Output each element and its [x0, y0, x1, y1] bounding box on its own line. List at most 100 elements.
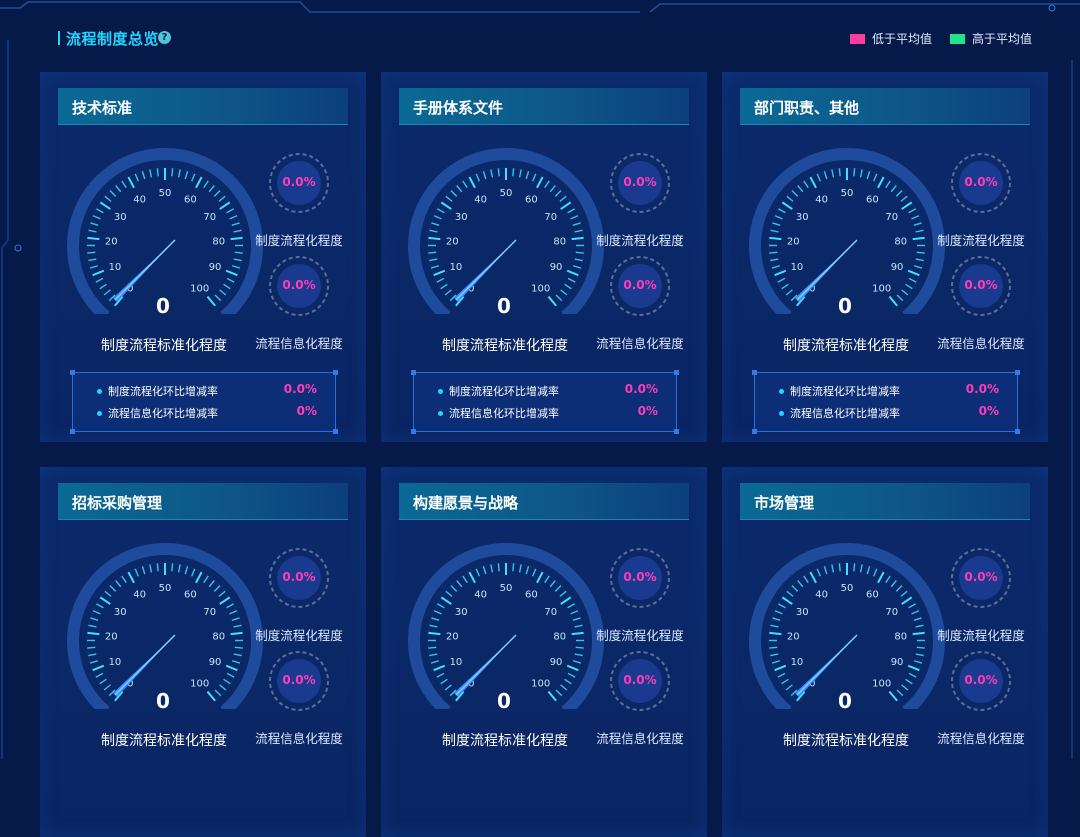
- gauge-tick: [96, 604, 103, 608]
- gauge-tick: [451, 586, 457, 592]
- stat-box-corner: [674, 370, 679, 375]
- gauge-tick: [555, 586, 561, 592]
- gauge-tick: [207, 692, 215, 701]
- card-header: 手册体系文件: [399, 88, 689, 125]
- gauge-tick: [526, 566, 528, 574]
- stat-row: 制度流程化环比增减率: [779, 383, 900, 399]
- gauge-tick: [230, 611, 237, 614]
- gauge-tick: [537, 572, 543, 583]
- ring-label: 流程信息化程度: [249, 728, 349, 747]
- gauge-tick: [520, 169, 522, 177]
- ring-label: 流程信息化程度: [590, 333, 690, 352]
- gauge-tick: [135, 174, 138, 181]
- gauge-tick-label: 100: [190, 678, 209, 689]
- gauge-tick: [428, 252, 436, 253]
- gauge-tick-label: 60: [184, 589, 197, 600]
- ring-value: 0.0%: [268, 673, 330, 687]
- category-card: 部门职责、其他01020304050607080901000制度流程标准化程度0…: [722, 72, 1048, 442]
- gauge-tick-label: 30: [114, 607, 127, 618]
- gauge-tick: [96, 278, 103, 282]
- gauge-tick-label: 60: [866, 589, 879, 600]
- gauge-tick-label: 80: [212, 236, 225, 247]
- help-icon[interactable]: ?: [158, 31, 171, 44]
- gauge-tick: [572, 238, 584, 239]
- gauge-tick: [909, 673, 916, 677]
- gauge-tick: [568, 673, 575, 677]
- gauge-tick-label: 40: [815, 194, 828, 205]
- gauge-tick: [571, 611, 578, 614]
- gauge-tick: [227, 278, 234, 282]
- gauge-tick: [908, 666, 919, 670]
- gauge-tick-label: 70: [544, 212, 557, 223]
- gauge-tick: [232, 661, 240, 663]
- stat-box-corner: [333, 429, 338, 434]
- gauge-tick: [555, 191, 561, 197]
- stat-row: 制度流程化环比增减率: [438, 383, 559, 399]
- gauge-container: 0102030405060708090100: [401, 539, 611, 713]
- gauge-tick: [804, 576, 808, 583]
- gauge-tick: [782, 202, 792, 209]
- gauge-tick-label: 100: [872, 283, 891, 294]
- gauge-tick: [87, 252, 95, 253]
- gauge-tick: [914, 266, 922, 268]
- card-header: 市场管理: [740, 483, 1030, 520]
- gauge-tick: [810, 572, 816, 583]
- bullet-dot-icon: [779, 411, 784, 416]
- card-title: 市场管理: [754, 492, 814, 513]
- gauge-tick: [889, 297, 897, 306]
- gauge-tick: [185, 171, 187, 179]
- gauge-tick: [430, 625, 438, 627]
- gauge-tick: [483, 566, 485, 574]
- gauge-tick-label: 40: [474, 589, 487, 600]
- gauge-container: 0102030405060708090100: [401, 144, 611, 318]
- gauge-tick: [428, 633, 440, 634]
- ring-label: 流程信息化程度: [931, 728, 1031, 747]
- gauge-tick: [561, 597, 571, 604]
- gauge-tick: [157, 563, 158, 571]
- gauge-tick: [832, 169, 834, 177]
- gauge-tick: [906, 284, 913, 288]
- gauge-tick: [491, 169, 493, 177]
- gauge-tick-label: 50: [159, 188, 172, 199]
- gauge-tick: [772, 618, 780, 620]
- stat-row: 流程信息化环比增减率: [97, 405, 218, 421]
- gauge-tick-label: 20: [787, 236, 800, 247]
- gauge-tick-label: 90: [209, 657, 222, 668]
- ring-2: 0.0%: [268, 650, 330, 712]
- gauge-tick: [234, 625, 242, 627]
- stat-box-corner: [1015, 370, 1020, 375]
- gauge-tick: [897, 295, 903, 301]
- gauge-tick: [775, 216, 782, 219]
- gauge-tick-label: 90: [209, 262, 222, 273]
- gauge-tick: [428, 647, 436, 648]
- category-card: 手册体系文件01020304050607080901000制度流程标准化程度0.…: [381, 72, 707, 442]
- gauge-needle-highlight: [456, 635, 516, 695]
- ring-2: 0.0%: [950, 650, 1012, 712]
- gauge-tick: [104, 290, 110, 295]
- gauge-tick: [775, 611, 782, 614]
- stat-label: 制度流程化环比增减率: [449, 383, 559, 399]
- gauge-tick: [90, 223, 98, 225]
- gauge-tick: [116, 186, 121, 192]
- gauge-tick-label: 80: [894, 631, 907, 642]
- bullet-dot-icon: [97, 411, 102, 416]
- gauge-tick: [771, 625, 779, 627]
- card-title: 技术标准: [72, 97, 132, 118]
- gauge-tick: [520, 564, 522, 572]
- gauge: 0102030405060708090100: [742, 539, 952, 709]
- gauge-tick-label: 30: [455, 607, 468, 618]
- gauge-tick: [914, 618, 922, 620]
- gauge-tick: [446, 196, 452, 201]
- gauge-tick-label: 40: [133, 194, 146, 205]
- gauge-tick: [157, 168, 158, 176]
- gauge-tick: [567, 666, 578, 670]
- gauge-tick: [220, 290, 226, 295]
- gauge-tick: [232, 266, 240, 268]
- gauge-tick: [483, 171, 485, 179]
- gauge-tick-label: 100: [531, 678, 550, 689]
- stat-value: 0.0%: [966, 382, 999, 396]
- gauge-tick: [792, 191, 798, 197]
- gauge-tick: [824, 171, 826, 179]
- gauge-tick: [854, 563, 855, 571]
- gauge-tick: [576, 647, 584, 648]
